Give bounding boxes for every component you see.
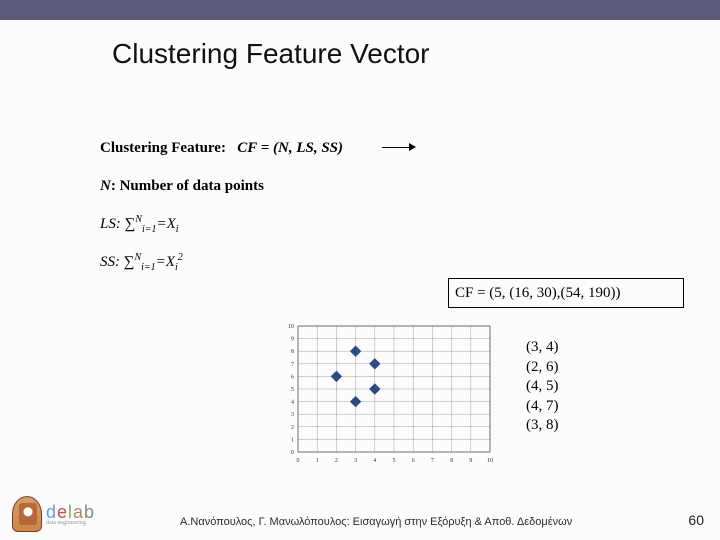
ss-expr: =X xyxy=(156,254,175,270)
page-number: 60 xyxy=(688,512,704,528)
n-symbol: N xyxy=(100,178,111,194)
svg-text:5: 5 xyxy=(393,458,396,464)
page-title: Clustering Feature Vector xyxy=(112,38,430,70)
svg-text:4: 4 xyxy=(291,400,294,406)
sigma-icon: ∑ xyxy=(125,216,136,232)
svg-text:8: 8 xyxy=(291,349,294,355)
svg-text:1: 1 xyxy=(291,437,294,443)
svg-text:0: 0 xyxy=(297,458,300,464)
svg-text:1: 1 xyxy=(316,458,319,464)
list-item: (4, 7) xyxy=(526,397,559,417)
svg-text:9: 9 xyxy=(291,337,294,343)
ls-definition: LS: ∑Ni=1=Xi xyxy=(100,214,179,235)
logo-area: delab data engineering xyxy=(12,496,95,532)
svg-text:4: 4 xyxy=(373,458,376,464)
svg-text:0: 0 xyxy=(291,450,294,456)
cf-feature-equation: CF = (N, LS, SS) xyxy=(237,140,343,156)
sigma-icon: ∑ xyxy=(124,254,135,270)
svg-text:2: 2 xyxy=(335,458,338,464)
ls-label: LS: xyxy=(100,216,125,232)
footer-text: Α.Νανόπουλος, Γ. Μανωλόπουλος: Εισαγωγή … xyxy=(180,516,572,528)
svg-text:9: 9 xyxy=(469,458,472,464)
svg-text:10: 10 xyxy=(487,458,493,464)
svg-text:7: 7 xyxy=(291,362,294,368)
svg-text:10: 10 xyxy=(288,324,294,330)
cf-feature-label: Clustering Feature: xyxy=(100,140,226,156)
list-item: (4, 5) xyxy=(526,377,559,397)
svg-text:5: 5 xyxy=(291,387,294,393)
ls-expr: =X xyxy=(157,216,176,232)
ss-sub: i=1 xyxy=(141,262,156,273)
ls-sup: N xyxy=(135,214,142,225)
n-definition: N: Number of data points xyxy=(100,178,264,195)
svg-text:2: 2 xyxy=(291,425,294,431)
header-band xyxy=(0,0,720,20)
crest-icon xyxy=(12,496,42,532)
ss-label: SS: xyxy=(100,254,124,270)
svg-text:6: 6 xyxy=(291,374,294,380)
ss-final-sup: 2 xyxy=(178,252,183,263)
ss-definition: SS: ∑Ni=1=Xi2 xyxy=(100,252,183,273)
scatter-chart: 0 1 2 3 4 5 6 7 8 9 10 0 1 2 3 4 5 6 7 8 9 10 xyxy=(270,320,500,470)
ls-final-sub: i xyxy=(176,224,179,235)
cf-value-box: CF = (5, (16, 30),(54, 190)) xyxy=(448,278,684,308)
cf-value-text: CF = (5, (16, 30),(54, 190)) xyxy=(455,285,621,302)
list-item: (2, 6) xyxy=(526,358,559,378)
list-item: (3, 4) xyxy=(526,338,559,358)
svg-text:3: 3 xyxy=(354,458,357,464)
n-text: : Number of data points xyxy=(111,178,264,194)
svg-text:3: 3 xyxy=(291,412,294,418)
ls-sub: i=1 xyxy=(142,224,157,235)
list-item: (3, 8) xyxy=(526,416,559,436)
arrow-icon xyxy=(382,144,416,150)
svg-text:7: 7 xyxy=(431,458,434,464)
svg-text:8: 8 xyxy=(450,458,453,464)
points-list: (3, 4) (2, 6) (4, 5) (4, 7) (3, 8) xyxy=(526,338,559,436)
svg-text:6: 6 xyxy=(412,458,415,464)
ss-final-sub: i xyxy=(175,262,178,273)
cf-feature-line: Clustering Feature: CF = (N, LS, SS) xyxy=(100,140,343,157)
